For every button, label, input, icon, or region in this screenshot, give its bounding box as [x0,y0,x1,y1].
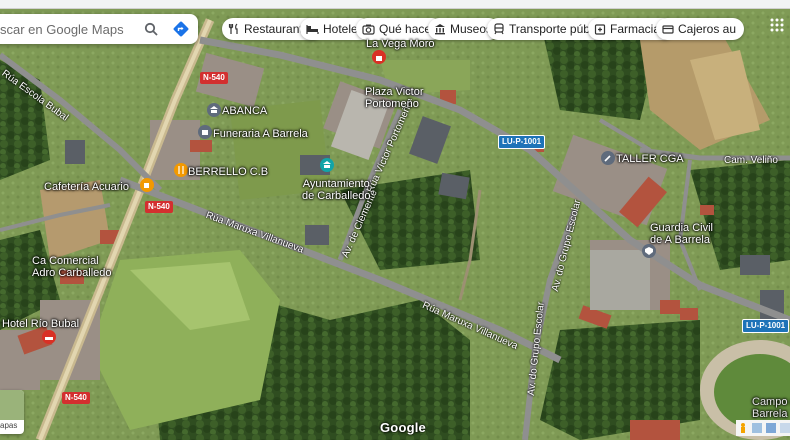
train-icon [494,23,504,35]
search-box[interactable] [0,14,198,44]
road-label: Cam. Veliño [724,155,778,166]
road-shield: N-540 [200,72,228,84]
pharmacy-icon [594,24,606,35]
place-pin[interactable] [140,178,154,192]
footer-controls [736,420,790,436]
city-hall-icon [323,161,331,168]
fork-knife-icon [228,23,238,34]
chip-label: Museos [450,22,493,36]
layers-button[interactable]: apas [0,390,24,434]
museum-icon [435,24,445,35]
search-icon[interactable] [140,18,162,40]
place-label[interactable]: BERRELLO C.B [188,166,268,178]
shopping-bag-icon [376,56,382,61]
place-label[interactable]: Funeraria A Barrela [213,128,308,140]
bed-icon [306,25,319,34]
road-shield: N-540 [62,392,90,404]
bed-icon [45,337,53,340]
place-pin[interactable] [207,103,221,117]
chip-atms[interactable]: Cajeros automátic [656,18,744,40]
place-pin[interactable] [320,158,334,172]
place-label[interactable]: Ca Comercial Adro Carballedo [32,255,112,279]
map-thumb-icon[interactable] [752,423,762,433]
satellite-map[interactable] [0,0,790,440]
map-thumb-icon[interactable] [780,423,790,433]
chip-label: Qué hacer [379,22,436,36]
place-label[interactable]: ABANCA [222,105,267,117]
chip-label: Cajeros automátic [678,22,736,36]
place-pin[interactable] [174,163,188,177]
place-pin[interactable] [372,50,386,64]
road-shield: N-540 [145,201,173,213]
layers-thumbnail [0,390,24,420]
road-shield: LU-P-1001 [498,135,546,149]
place-pin[interactable] [198,125,212,139]
place-label[interactable]: Plaza Victor Portomeño [365,86,424,110]
bank-icon [210,106,218,113]
store-icon [202,130,208,135]
place-pin[interactable] [601,151,615,165]
place-label[interactable]: Ayuntamiento de Carballedo [302,178,371,202]
police-icon [645,247,653,255]
apps-grid-icon[interactable] [770,18,784,32]
atm-icon [662,25,674,34]
cafe-icon [144,183,149,188]
fork-knife-icon [178,166,184,174]
place-pin[interactable] [642,244,656,258]
map-thumb-icon[interactable] [766,423,776,433]
place-pin[interactable] [42,330,56,344]
google-logo: Google [380,420,426,435]
place-label[interactable]: La Vega Moro [366,38,435,50]
directions-icon[interactable] [170,18,192,40]
road-shield: LU-P-1001 [742,319,790,333]
search-input[interactable] [0,20,142,38]
place-label[interactable]: TALLER CGA [616,153,684,165]
place-label[interactable]: Cafetería Acuario [44,181,129,193]
wrench-icon [604,155,611,162]
place-label[interactable]: Campo de Barrela [752,396,790,420]
layers-caption: apas [0,421,18,430]
pegman-icon[interactable] [738,423,748,433]
place-label[interactable]: Hotel Río Bubal [2,318,79,330]
camera-icon [362,24,375,35]
browser-top-strip [0,0,790,9]
place-label[interactable]: Guardia Civil de A Barrela [650,222,713,246]
